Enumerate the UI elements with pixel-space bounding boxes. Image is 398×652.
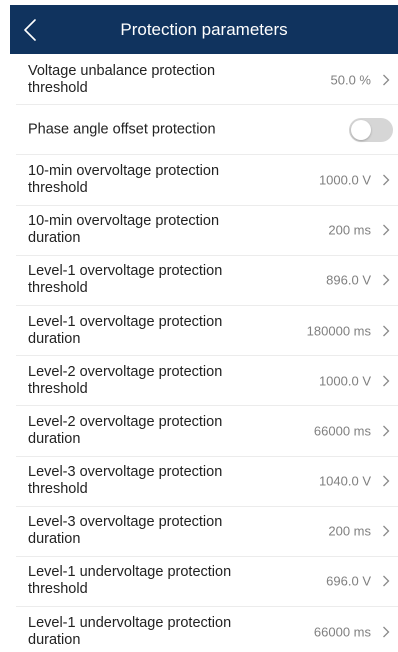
top-bar: Protection parameters — [10, 5, 398, 54]
chevron-right-icon — [383, 475, 390, 487]
row-label: Level-1 overvoltage protection duration — [28, 313, 223, 347]
row-value: 1000.0 V — [318, 373, 371, 389]
row-level3-overvoltage-duration[interactable]: Level-3 overvoltage protection duration … — [16, 507, 398, 557]
row-level1-undervoltage-duration[interactable]: Level-1 undervoltage protection duration… — [16, 607, 398, 652]
chevron-right-icon — [383, 325, 390, 336]
app-screen: Protection parameters Voltage unbalance … — [0, 0, 398, 652]
row-level1-overvoltage-threshold[interactable]: Level-1 overvoltage protection threshold… — [16, 256, 398, 306]
row-label: Phase angle offset protection — [28, 121, 216, 138]
page-title: Protection parameters — [120, 20, 288, 39]
row-value: 50.0 % — [330, 72, 371, 88]
row-value: 200 ms — [328, 222, 371, 238]
chevron-right-icon — [383, 576, 390, 587]
chevron-left-icon — [24, 18, 36, 41]
row-value: 1040.0 V — [318, 473, 371, 489]
chevron-right-icon — [383, 525, 390, 537]
row-level2-overvoltage-duration[interactable]: Level-2 overvoltage protection duration … — [16, 406, 398, 457]
row-label: Level-1 undervoltage protection threshol… — [28, 564, 232, 598]
row-label: Level-2 overvoltage protection threshold — [28, 363, 223, 397]
row-label: Level-2 overvoltage protection duration — [28, 413, 223, 447]
row-level2-overvoltage-threshold[interactable]: Level-2 overvoltage protection threshold… — [16, 356, 398, 407]
row-label: 10-min overvoltage protection duration — [28, 213, 220, 247]
toggle-knob — [351, 119, 371, 140]
row-label: Level-3 overvoltage protection duration — [28, 514, 223, 548]
row-value: 180000 ms — [306, 323, 371, 339]
chevron-right-icon — [383, 626, 390, 638]
chevron-right-icon — [383, 174, 390, 186]
row-value: 200 ms — [328, 523, 371, 539]
row-level1-undervoltage-threshold[interactable]: Level-1 undervoltage protection threshol… — [16, 557, 398, 608]
row-level3-overvoltage-threshold[interactable]: Level-3 overvoltage protection threshold… — [16, 457, 398, 507]
parameter-list: Voltage unbalance protection threshold 5… — [16, 55, 398, 652]
row-level1-overvoltage-duration[interactable]: Level-1 overvoltage protection duration … — [16, 306, 398, 357]
phase-angle-offset-toggle[interactable] — [349, 117, 393, 142]
row-voltage-unbalance-threshold[interactable]: Voltage unbalance protection threshold 5… — [16, 55, 398, 106]
row-10min-overvoltage-duration[interactable]: 10-min overvoltage protection duration 2… — [16, 206, 398, 256]
chevron-right-icon — [383, 224, 390, 236]
row-value: 1000.0 V — [318, 172, 371, 188]
row-value: 896.0 V — [326, 272, 371, 288]
chevron-right-icon — [383, 375, 390, 387]
row-label: Level-1 undervoltage protection duration — [28, 615, 232, 649]
row-value: 696.0 V — [326, 573, 371, 589]
back-button[interactable] — [12, 5, 48, 54]
row-label: Voltage unbalance protection threshold — [28, 62, 216, 96]
chevron-right-icon — [383, 274, 390, 286]
row-label: Level-3 overvoltage protection threshold — [28, 464, 223, 498]
chevron-right-icon — [383, 425, 390, 437]
row-label: Level-1 overvoltage protection threshold — [28, 263, 223, 297]
row-phase-angle-offset: Phase angle offset protection — [16, 105, 398, 156]
row-label: 10-min overvoltage protection threshold — [28, 162, 220, 196]
row-value: 66000 ms — [313, 423, 371, 439]
chevron-right-icon — [383, 74, 390, 86]
row-value: 66000 ms — [313, 624, 371, 640]
row-10min-overvoltage-threshold[interactable]: 10-min overvoltage protection threshold … — [16, 155, 398, 206]
